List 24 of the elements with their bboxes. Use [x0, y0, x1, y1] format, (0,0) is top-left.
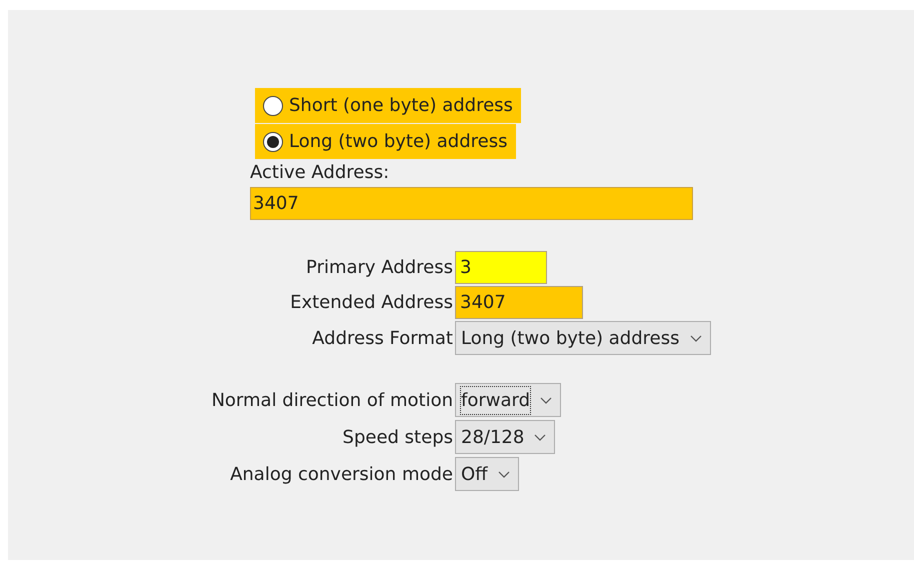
- input-field[interactable]: 3407: [250, 187, 693, 220]
- radio-button[interactable]: [263, 132, 283, 152]
- chevron-down-icon: [498, 470, 510, 478]
- radio-option[interactable]: Short (one byte) address: [255, 88, 521, 123]
- chevron-down-icon: [540, 396, 552, 404]
- input-field[interactable]: 3407: [455, 286, 583, 319]
- dropdown[interactable]: Long (two byte) address: [455, 321, 710, 355]
- radio-label: Short (one byte) address: [289, 94, 513, 118]
- dropdown[interactable]: 28/128: [455, 420, 556, 454]
- dropdown[interactable]: forward: [455, 383, 562, 417]
- field-label: Speed steps: [342, 426, 454, 450]
- input-field[interactable]: 3: [455, 251, 547, 284]
- radio-button[interactable]: [263, 96, 283, 116]
- field-label: Primary Address: [305, 256, 454, 280]
- field-label: Address Format: [311, 326, 454, 350]
- radio-label: Long (two byte) address: [289, 130, 508, 154]
- field-label: Analog conversion mode: [229, 462, 454, 486]
- field-label: Extended Address: [289, 291, 454, 315]
- chevron-down-icon: [534, 434, 546, 440]
- field-label: Normal direction of motion: [210, 388, 454, 412]
- chevron-down-icon: [690, 334, 702, 342]
- dropdown[interactable]: Off: [455, 457, 519, 491]
- radio-option[interactable]: Long (two byte) address: [255, 124, 516, 159]
- field-label: Active Address:: [250, 162, 390, 184]
